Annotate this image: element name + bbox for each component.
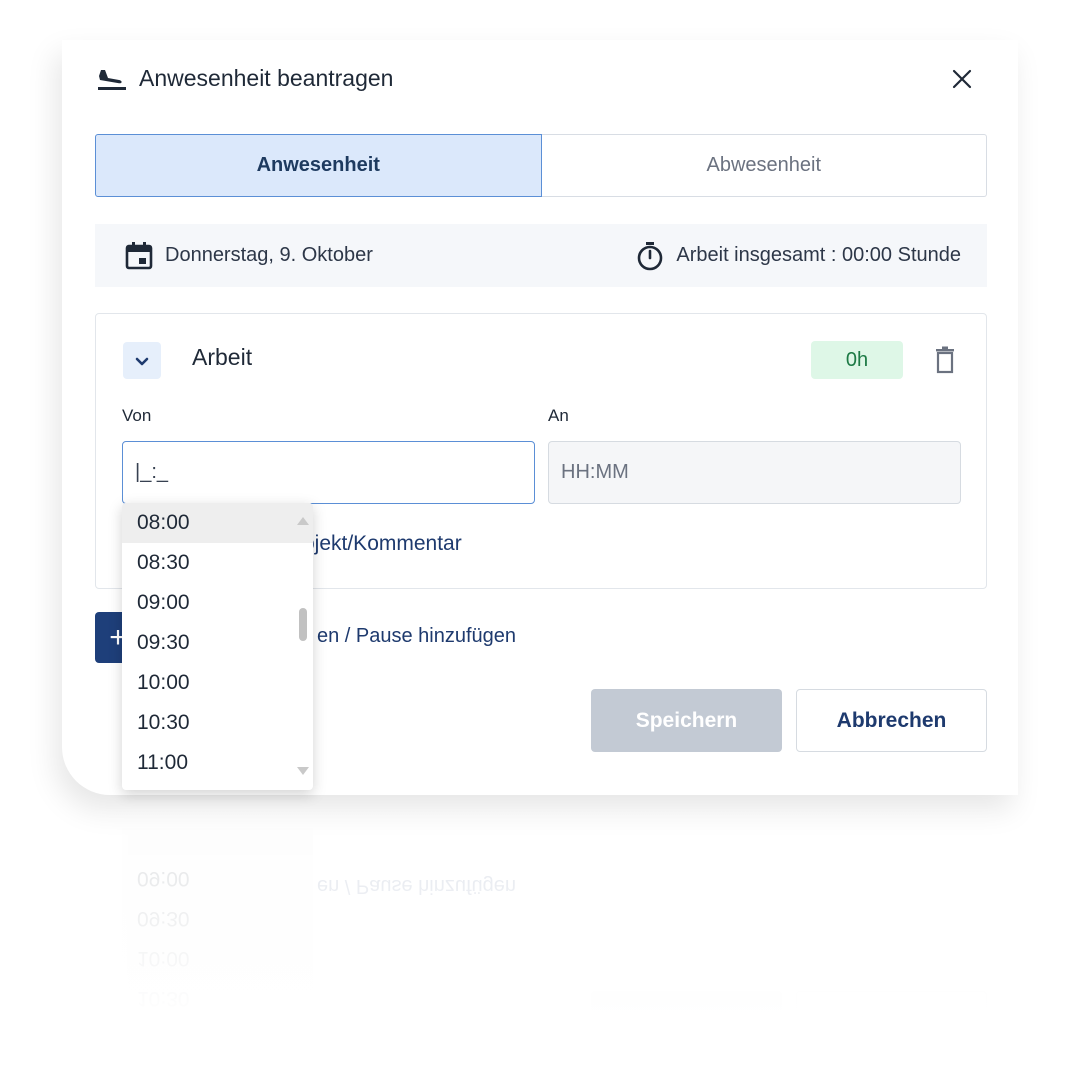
reflection-save: Speichern xyxy=(591,991,782,1030)
reflection-option: 11:00 xyxy=(122,1018,313,1030)
reflection-add-link: en / Pause hinzufügen xyxy=(317,875,517,897)
reflection-option: 10:30 xyxy=(137,987,190,1010)
calendar-icon xyxy=(125,241,153,269)
reflection-dropdown: 11:00 10:30 10:00 09:30 09:00 xyxy=(122,828,313,1030)
dropdown-option[interactable]: 09:30 xyxy=(122,623,313,663)
add-comment-link[interactable]: rojekt/Kommentar xyxy=(296,532,462,556)
dropdown-option[interactable]: 10:00 xyxy=(122,663,313,703)
scroll-up-arrow-icon xyxy=(297,517,309,525)
tab-abwesenheit[interactable]: Abwesenheit xyxy=(541,134,987,197)
reflection: 11:00 10:30 10:00 09:30 09:00 Speichern … xyxy=(62,800,1018,1030)
reflection-cancel: Abbrechen xyxy=(796,991,987,1030)
total-display: Arbeit insgesamt : 00:00 Stunde xyxy=(634,240,961,272)
dialog-title: Anwesenheit beantragen xyxy=(139,64,394,91)
save-button[interactable]: Speichern xyxy=(591,689,782,752)
scrollbar-thumb xyxy=(299,608,307,641)
stopwatch-icon xyxy=(638,241,663,270)
total-text: Arbeit insgesamt : 00:00 Stunde xyxy=(676,244,961,266)
dropdown-option[interactable]: 09:00 xyxy=(122,583,313,623)
dropdown-option[interactable]: 10:30 xyxy=(122,703,313,743)
close-button[interactable] xyxy=(945,62,979,96)
dropdown-option[interactable]: 08:00 xyxy=(122,503,313,543)
reflection-fade xyxy=(62,800,1018,1030)
trash-icon xyxy=(936,346,954,374)
dropdown-option[interactable]: 11:00 xyxy=(122,743,313,783)
cancel-button[interactable]: Abbrechen xyxy=(796,689,987,752)
chevron-down-icon xyxy=(135,357,149,365)
airplane-landing-icon xyxy=(95,64,129,92)
an-input[interactable]: HH:MM xyxy=(548,441,961,504)
reflection-option: 10:00 xyxy=(137,947,190,970)
dropdown-scrollbar[interactable] xyxy=(293,503,313,790)
hours-badge: 0h xyxy=(811,341,903,379)
entry-title: Arbeit xyxy=(192,344,253,370)
scroll-down-arrow-icon xyxy=(297,767,309,775)
an-label: An xyxy=(548,406,569,425)
von-input[interactable]: |_:_ xyxy=(122,441,535,504)
tab-anwesenheit[interactable]: Anwesenheit xyxy=(95,134,542,197)
date-text: Donnerstag, 9. Oktober xyxy=(165,244,373,266)
dropdown-option[interactable]: 08:30 xyxy=(122,543,313,583)
delete-button[interactable] xyxy=(932,344,958,376)
date-display: Donnerstag, 9. Oktober xyxy=(123,240,373,272)
reflection-option: 09:00 xyxy=(137,867,190,890)
dialog-header: Anwesenheit beantragen xyxy=(95,60,985,96)
add-break-link[interactable]: en / Pause hinzufügen xyxy=(317,625,516,648)
reflection-content: 11:00 10:30 10:00 09:30 09:00 Speichern … xyxy=(62,800,1018,1030)
info-bar: Donnerstag, 9. Oktober Arbeit insgesamt … xyxy=(95,224,987,287)
collapse-button[interactable] xyxy=(123,342,161,379)
von-label: Von xyxy=(122,406,152,425)
reflection-option: 09:30 xyxy=(137,907,190,930)
time-dropdown: 08:00 08:30 09:00 09:30 10:00 10:30 11:0… xyxy=(122,503,313,790)
close-icon xyxy=(952,69,972,89)
tab-bar: Anwesenheit Abwesenheit xyxy=(95,134,987,197)
